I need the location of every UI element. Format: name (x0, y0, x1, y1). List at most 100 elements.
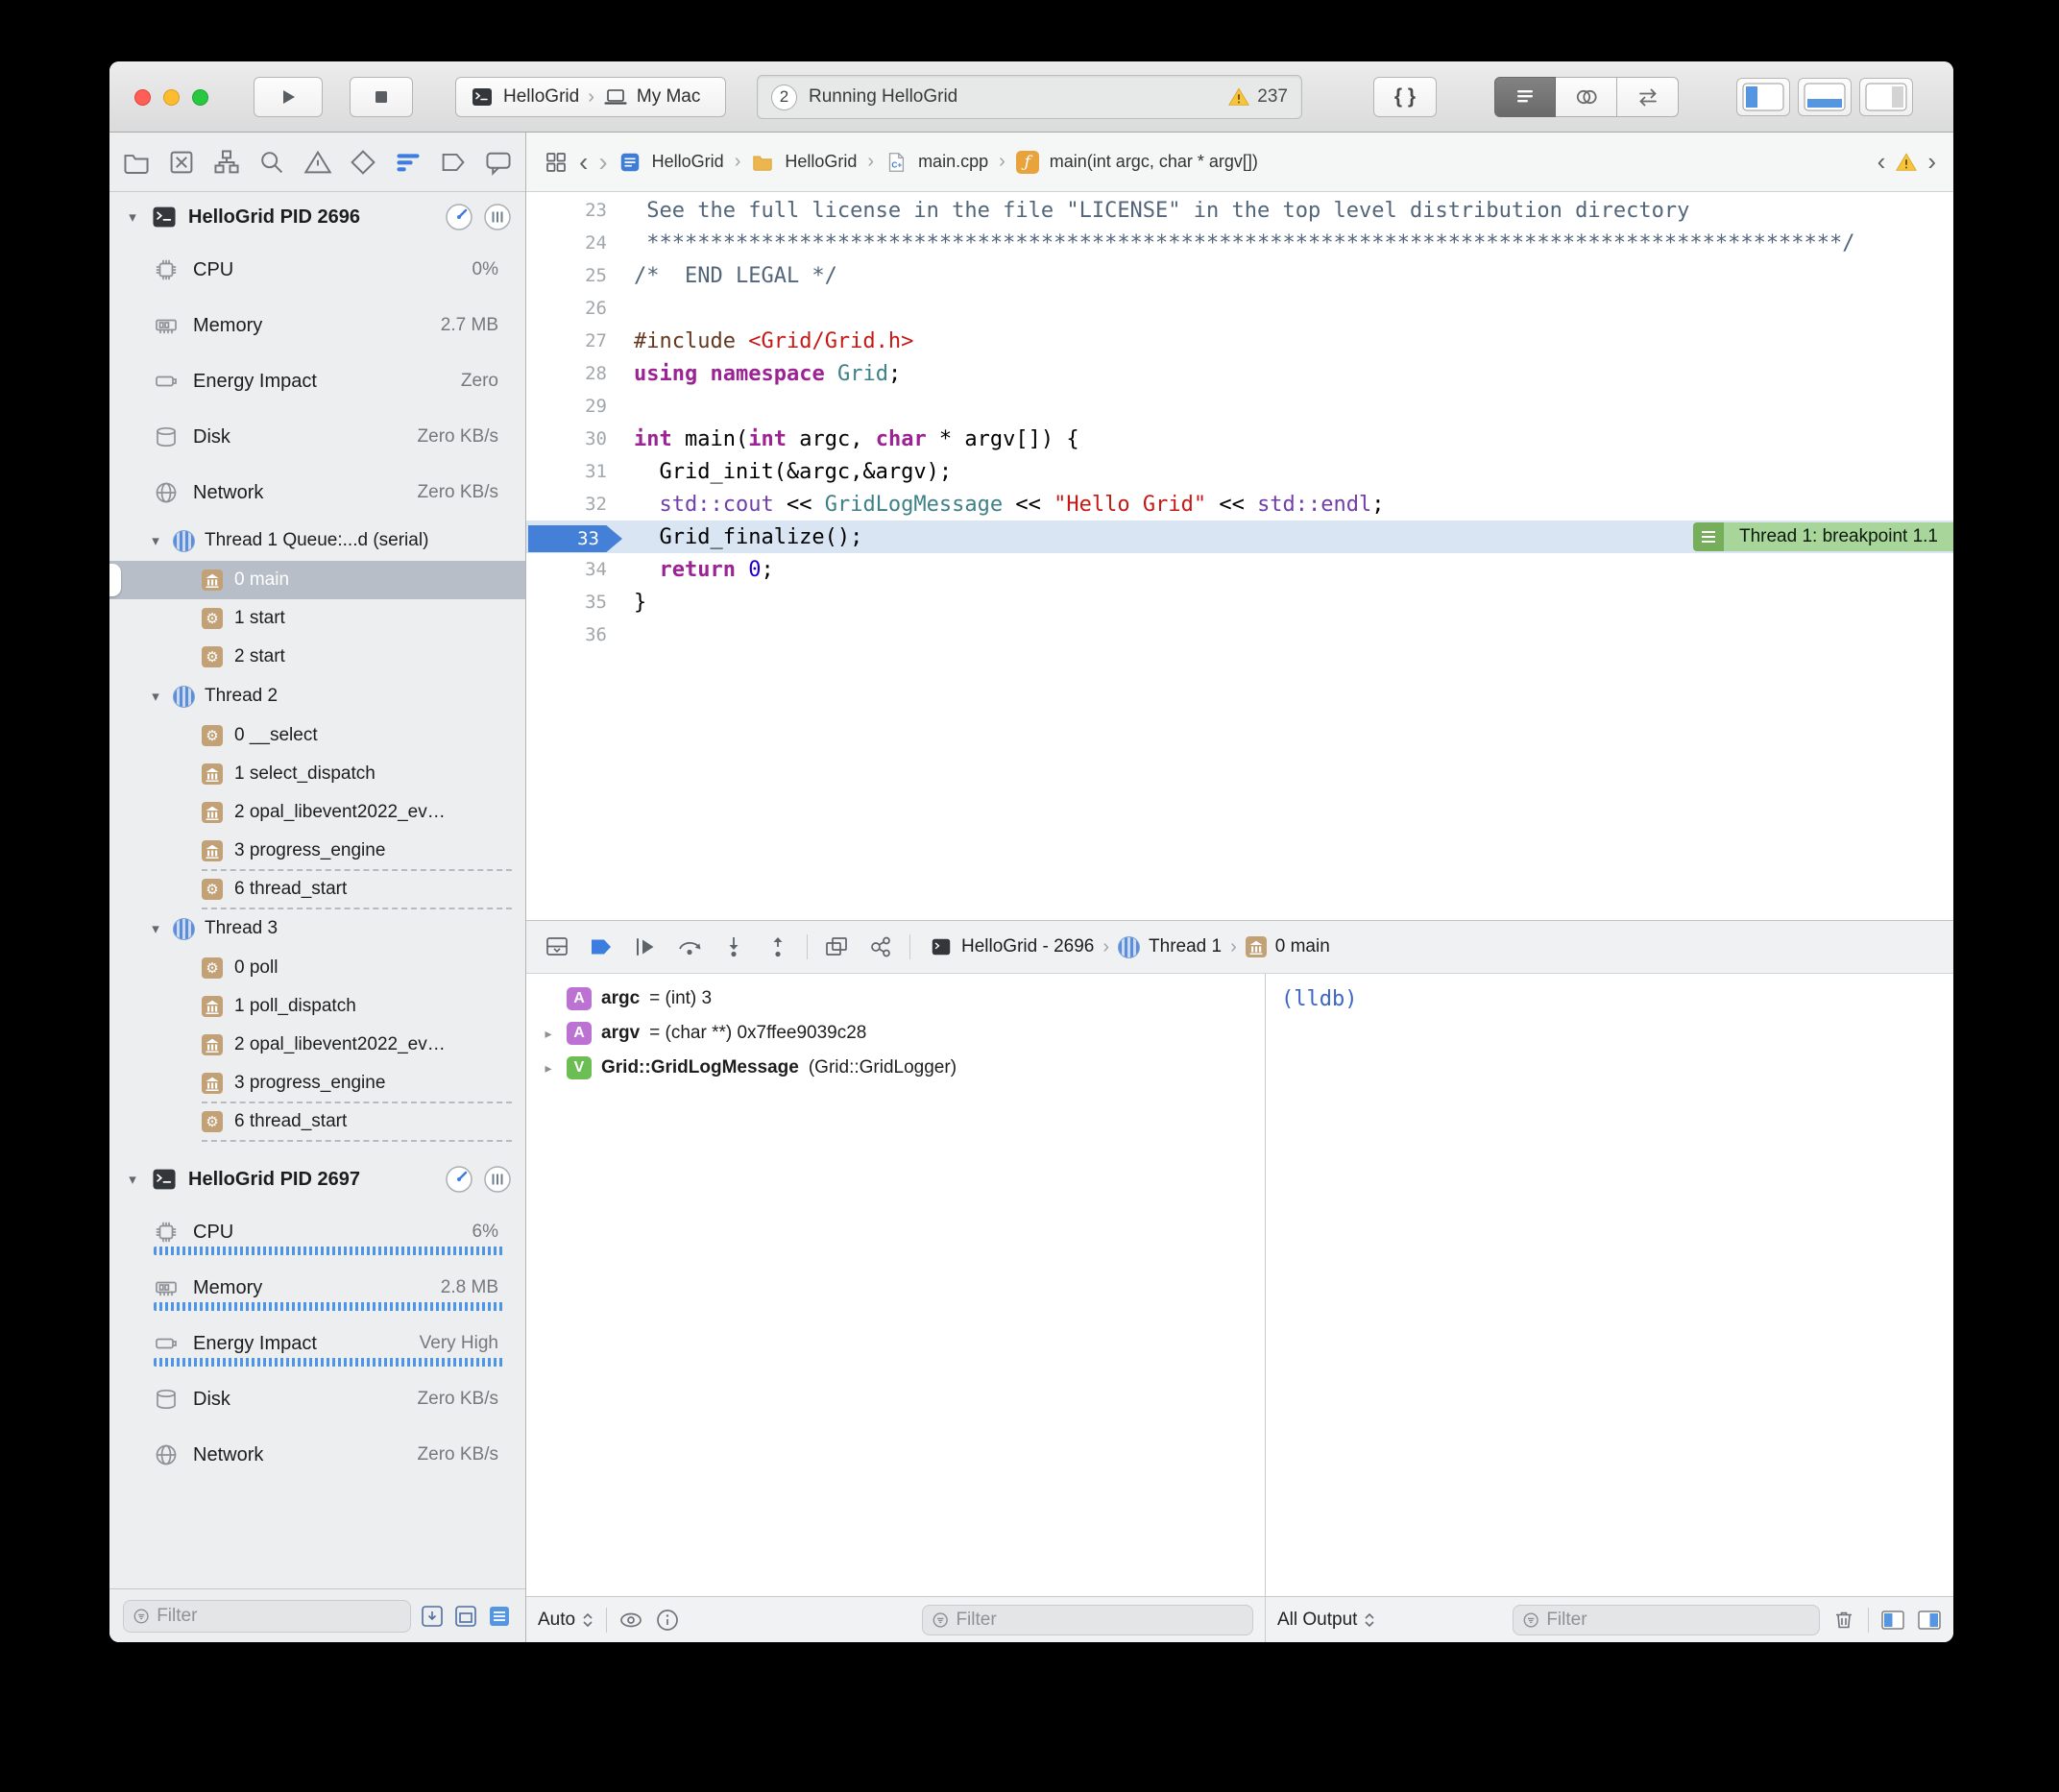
navigator-tab-reports[interactable] (481, 145, 516, 180)
stop-button[interactable] (350, 77, 413, 117)
code-review-button[interactable]: { } (1373, 77, 1437, 117)
stack-frame-row[interactable]: ⚙2 start (109, 638, 525, 676)
stack-frame-row[interactable]: 2 opal_libevent2022_ev… (109, 1026, 525, 1064)
line-number[interactable]: 35 (526, 592, 607, 613)
debug-view-hierarchy-button[interactable] (821, 932, 852, 962)
navigator-tab-tests[interactable] (346, 145, 380, 180)
breadcrumb-project[interactable]: HelloGrid (652, 152, 724, 172)
console-filter-field[interactable] (1513, 1605, 1820, 1635)
code-line[interactable]: 25/* END LEGAL */ (526, 259, 1953, 292)
debug-frame[interactable]: 0 main (1275, 936, 1330, 957)
stack-frame-row[interactable]: 0 main (109, 561, 525, 599)
code-line[interactable]: 24 *************************************… (526, 227, 1953, 259)
navigator-filter-field[interactable] (123, 1600, 411, 1633)
issues-summary[interactable]: 237 (1227, 85, 1288, 109)
toggle-debug-area-button[interactable] (1798, 78, 1852, 116)
stack-frame-row[interactable]: 1 poll_dispatch (109, 987, 525, 1026)
activity-count-badge[interactable]: 2 (771, 85, 797, 110)
stack-frame-row[interactable]: 3 progress_engine (109, 832, 525, 870)
toggle-inspector-button[interactable] (1859, 78, 1913, 116)
disclosure-triangle[interactable]: ▸ (540, 1026, 557, 1042)
line-number[interactable]: 25 (526, 265, 607, 286)
thread-row[interactable]: ▾Thread 3 (109, 908, 525, 949)
show-paused-only-button[interactable] (420, 1604, 445, 1629)
variable-row[interactable]: ▸Aargv= (char **) 0x7ffee9039c28 (526, 1016, 1265, 1051)
gauge-row-network[interactable]: NetworkZero KB/s (109, 1427, 525, 1483)
view-mode-button[interactable] (487, 1604, 512, 1629)
step-into-button[interactable] (718, 932, 749, 962)
line-number[interactable]: 34 (526, 559, 607, 580)
code-line[interactable]: 27#include <Grid/Grid.h> (526, 325, 1953, 357)
line-number[interactable]: 28 (526, 363, 607, 384)
navigator-tab-search[interactable] (254, 145, 289, 180)
warning-icon[interactable] (1895, 151, 1918, 174)
show-console-view-button[interactable] (1917, 1608, 1942, 1633)
continue-button[interactable] (630, 932, 661, 962)
minimize-window-button[interactable] (163, 89, 180, 106)
toggle-breakpoints-button[interactable] (586, 932, 617, 962)
process-row[interactable]: ▾HelloGrid PID 2697 (109, 1154, 525, 1204)
breadcrumb-file[interactable]: main.cpp (918, 152, 988, 172)
breadcrumb-symbol[interactable]: main(int argc, char * argv[]) (1050, 152, 1258, 172)
disclosure-triangle[interactable]: ▾ (125, 1171, 140, 1188)
breakpoint-indicator[interactable]: 33 (528, 525, 622, 552)
stack-frame-row[interactable]: ⚙0 __select (109, 716, 525, 755)
navigator-tab-source-control[interactable] (164, 145, 199, 180)
process-row[interactable]: ▾HelloGrid PID 2696 (109, 192, 525, 242)
stack-frame-row[interactable]: 2 opal_libevent2022_ev… (109, 793, 525, 832)
show-stacks-button[interactable] (453, 1604, 478, 1629)
standard-editor-button[interactable] (1494, 77, 1556, 117)
line-number[interactable]: 24 (526, 232, 607, 254)
stack-frame-row[interactable]: ⚙6 thread_start (109, 870, 525, 908)
toggle-navigator-button[interactable] (1736, 78, 1790, 116)
line-number[interactable]: 23 (526, 200, 607, 221)
info-button[interactable] (655, 1608, 680, 1633)
step-over-button[interactable] (674, 932, 705, 962)
navigator-tab-project[interactable] (119, 145, 154, 180)
zoom-window-button[interactable] (192, 89, 208, 106)
clear-console-button[interactable] (1831, 1608, 1856, 1633)
stack-frame-row[interactable]: 3 progress_engine (109, 1064, 525, 1102)
disclosure-triangle[interactable]: ▾ (148, 688, 163, 705)
memory-graph-button[interactable] (865, 932, 896, 962)
disclosure-triangle[interactable]: ▾ (125, 208, 140, 226)
profile-gauge-button[interactable] (445, 203, 473, 231)
gauge-row-network[interactable]: NetworkZero KB/s (109, 465, 525, 521)
debug-thread[interactable]: Thread 1 (1149, 936, 1222, 957)
pause-process-button[interactable] (483, 1165, 512, 1194)
gauge-row-memory[interactable]: Memory2.8 MB (109, 1260, 525, 1316)
close-window-button[interactable] (134, 89, 151, 106)
console-view[interactable]: (lldb) (1266, 974, 1953, 1596)
code-line[interactable]: 28using namespace Grid; (526, 357, 1953, 390)
breakpoint-annotation[interactable]: Thread 1: breakpoint 1.1 (1693, 522, 1953, 551)
step-out-button[interactable] (763, 932, 793, 962)
variables-scope-popup[interactable]: Auto (538, 1610, 594, 1631)
variables-filter-field[interactable] (922, 1605, 1253, 1635)
gauge-row-cpu[interactable]: CPU6% (109, 1204, 525, 1260)
stack-frame-row[interactable]: ⚙0 poll (109, 949, 525, 987)
run-button[interactable] (254, 77, 323, 117)
hide-debug-area-button[interactable] (542, 932, 572, 962)
line-number[interactable]: 27 (526, 330, 607, 351)
navigator-tab-symbols[interactable] (209, 145, 244, 180)
go-back-button[interactable]: ‹ (579, 149, 588, 176)
source-editor[interactable]: 23 See the full license in the file "LIC… (526, 192, 1953, 920)
line-number[interactable]: 32 (526, 494, 607, 515)
gauge-row-disk[interactable]: DiskZero KB/s (109, 409, 525, 465)
code-line[interactable]: 23 See the full license in the file "LIC… (526, 194, 1953, 227)
line-number[interactable]: 30 (526, 428, 607, 449)
code-line[interactable]: 34 return 0; (526, 553, 1953, 586)
thread-row[interactable]: ▾Thread 2 (109, 676, 525, 716)
navigator-tab-debug[interactable] (391, 145, 425, 180)
line-number[interactable]: 36 (526, 624, 607, 645)
gauge-row-memory[interactable]: Memory2.7 MB (109, 298, 525, 353)
navigator-tab-issues[interactable] (301, 145, 335, 180)
gauge-row-energy[interactable]: Energy ImpactVery High (109, 1316, 525, 1371)
disclosure-triangle[interactable]: ▾ (148, 920, 163, 937)
line-number[interactable]: 31 (526, 461, 607, 482)
navigator-filter-input[interactable] (157, 1606, 401, 1627)
stack-frame-row[interactable]: ⚙6 thread_start (109, 1102, 525, 1141)
debug-process[interactable]: HelloGrid - 2696 (961, 936, 1094, 957)
code-line[interactable]: 30int main(int argc, char * argv[]) { (526, 423, 1953, 455)
stack-frame-row[interactable]: ⚙1 start (109, 599, 525, 638)
